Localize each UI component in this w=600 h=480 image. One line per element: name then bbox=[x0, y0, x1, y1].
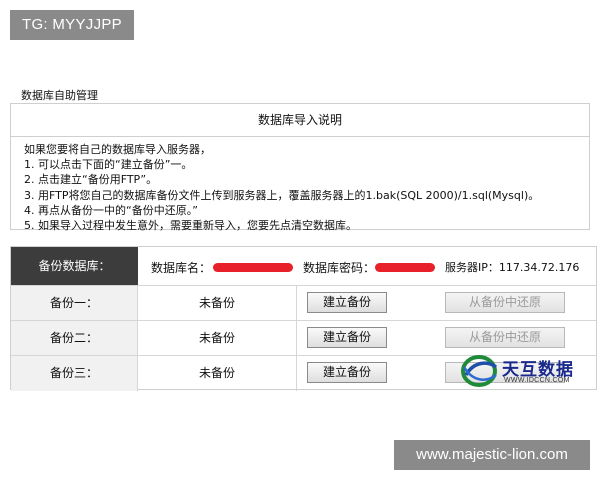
backup-status: 未备份 bbox=[138, 286, 297, 321]
watermark-top-left: TG: MYYJJPP bbox=[10, 10, 134, 40]
restore-from-backup-button[interactable]: 从备份中还原 bbox=[445, 327, 565, 348]
instruction-line: 1. 可以点击下面的“建立备份”一。 bbox=[24, 158, 193, 172]
restore-from-backup-button[interactable]: 从备份中还原 bbox=[445, 292, 565, 313]
backup-db-label: 备份数据库： bbox=[11, 247, 138, 285]
create-backup-button[interactable]: 建立备份 bbox=[307, 292, 387, 313]
backup-row-label: 备份一： bbox=[11, 286, 138, 321]
server-ip-label: 服务器IP：117.34.72.176 bbox=[445, 261, 580, 274]
backup-row-label: 备份二： bbox=[11, 321, 138, 356]
company-logo: 天互数据 WWW.IDCCN.COM bbox=[460, 353, 595, 389]
instructions-header: 数据库导入说明 bbox=[11, 104, 589, 137]
backup-status: 未备份 bbox=[138, 321, 297, 356]
db-password-label: 数据库密码： bbox=[303, 261, 376, 275]
instruction-line: 3. 用FTP将您自己的数据库备份文件上传到服务器上，覆盖服务器上的1.bak(… bbox=[24, 188, 540, 202]
backup-row-label: 备份三： bbox=[11, 356, 138, 391]
import-instructions-panel: 数据库导入说明 如果您要将自己的数据库导入服务器， 1. 可以点击下面的“建立备… bbox=[10, 103, 590, 233]
create-backup-button[interactable]: 建立备份 bbox=[307, 327, 387, 348]
instruction-line: 2. 点击建立“备份用FTP”。 bbox=[24, 173, 158, 187]
instruction-line: 5. 如果导入过程中发生意外，需要重新导入，您要先点清空数据库。 bbox=[24, 219, 357, 233]
instructions-list: 如果您要将自己的数据库导入服务器， 1. 可以点击下面的“建立备份”一。 2. … bbox=[11, 137, 589, 233]
logo-url: WWW.IDCCN.COM bbox=[504, 377, 570, 384]
create-backup-button[interactable]: 建立备份 bbox=[307, 362, 387, 383]
backup-status: 未备份 bbox=[138, 356, 297, 391]
globe-icon bbox=[461, 355, 498, 387]
backup-row: 备份二： 未备份 建立备份 从备份中还原 bbox=[11, 320, 596, 356]
watermark-bottom-right: www.majestic-lion.com bbox=[394, 440, 590, 470]
redacted-db-name bbox=[213, 263, 293, 272]
backup-row: 备份一： 未备份 建立备份 从备份中还原 bbox=[11, 285, 596, 321]
instruction-line: 如果您要将自己的数据库导入服务器， bbox=[24, 143, 211, 156]
db-name-label: 数据库名： bbox=[151, 261, 212, 275]
page-title: 数据库自助管理 bbox=[21, 89, 98, 102]
backup-header-row: 备份数据库： 数据库名： 数据库密码： 服务器IP：117.34.72.176 bbox=[11, 247, 596, 285]
redacted-db-password bbox=[375, 263, 435, 272]
instruction-line: 4. 再点从备份一中的“备份中还原。” bbox=[24, 203, 198, 217]
